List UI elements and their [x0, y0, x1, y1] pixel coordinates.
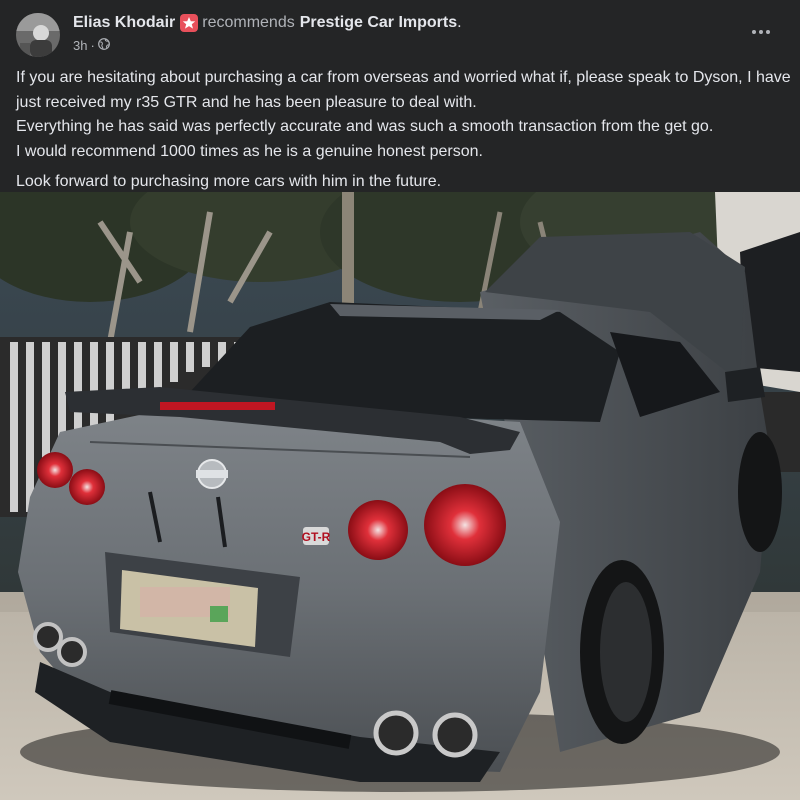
- recommend-star-icon: [180, 14, 199, 32]
- post-header: Elias Khodair recommends Prestige Car Im…: [0, 0, 800, 60]
- post-paragraph: Everything he has said was perfectly acc…: [16, 118, 714, 135]
- meta-separator: ·: [90, 38, 95, 53]
- post-photo[interactable]: GT-R: [0, 192, 800, 800]
- more-dot: [752, 30, 756, 34]
- title-period: .: [457, 14, 462, 31]
- page-name-link[interactable]: Prestige Car Imports: [300, 14, 457, 32]
- post-body: If you are hesitating about purchasing a…: [16, 66, 791, 195]
- more-options-icon[interactable]: [746, 22, 776, 42]
- post-paragraph: I would recommend 1000 times as he is a …: [16, 142, 483, 160]
- post-timestamp[interactable]: 3h: [73, 38, 87, 53]
- globe-icon[interactable]: [97, 38, 110, 53]
- more-dot: [766, 30, 770, 34]
- recommends-text: recommends: [202, 14, 295, 31]
- gtr-emblem: GT-R: [302, 530, 331, 544]
- author-name-link[interactable]: Elias Khodair: [73, 14, 175, 32]
- post-meta: 3h ·: [73, 38, 110, 53]
- post-paragraph: If you are hesitating about purchasing a…: [16, 69, 791, 111]
- post-paragraph: Look forward to purchasing more cars wit…: [16, 173, 442, 190]
- post-title-line: Elias Khodair recommends Prestige Car Im…: [73, 14, 462, 32]
- more-dot: [759, 30, 763, 34]
- author-avatar[interactable]: [16, 13, 60, 57]
